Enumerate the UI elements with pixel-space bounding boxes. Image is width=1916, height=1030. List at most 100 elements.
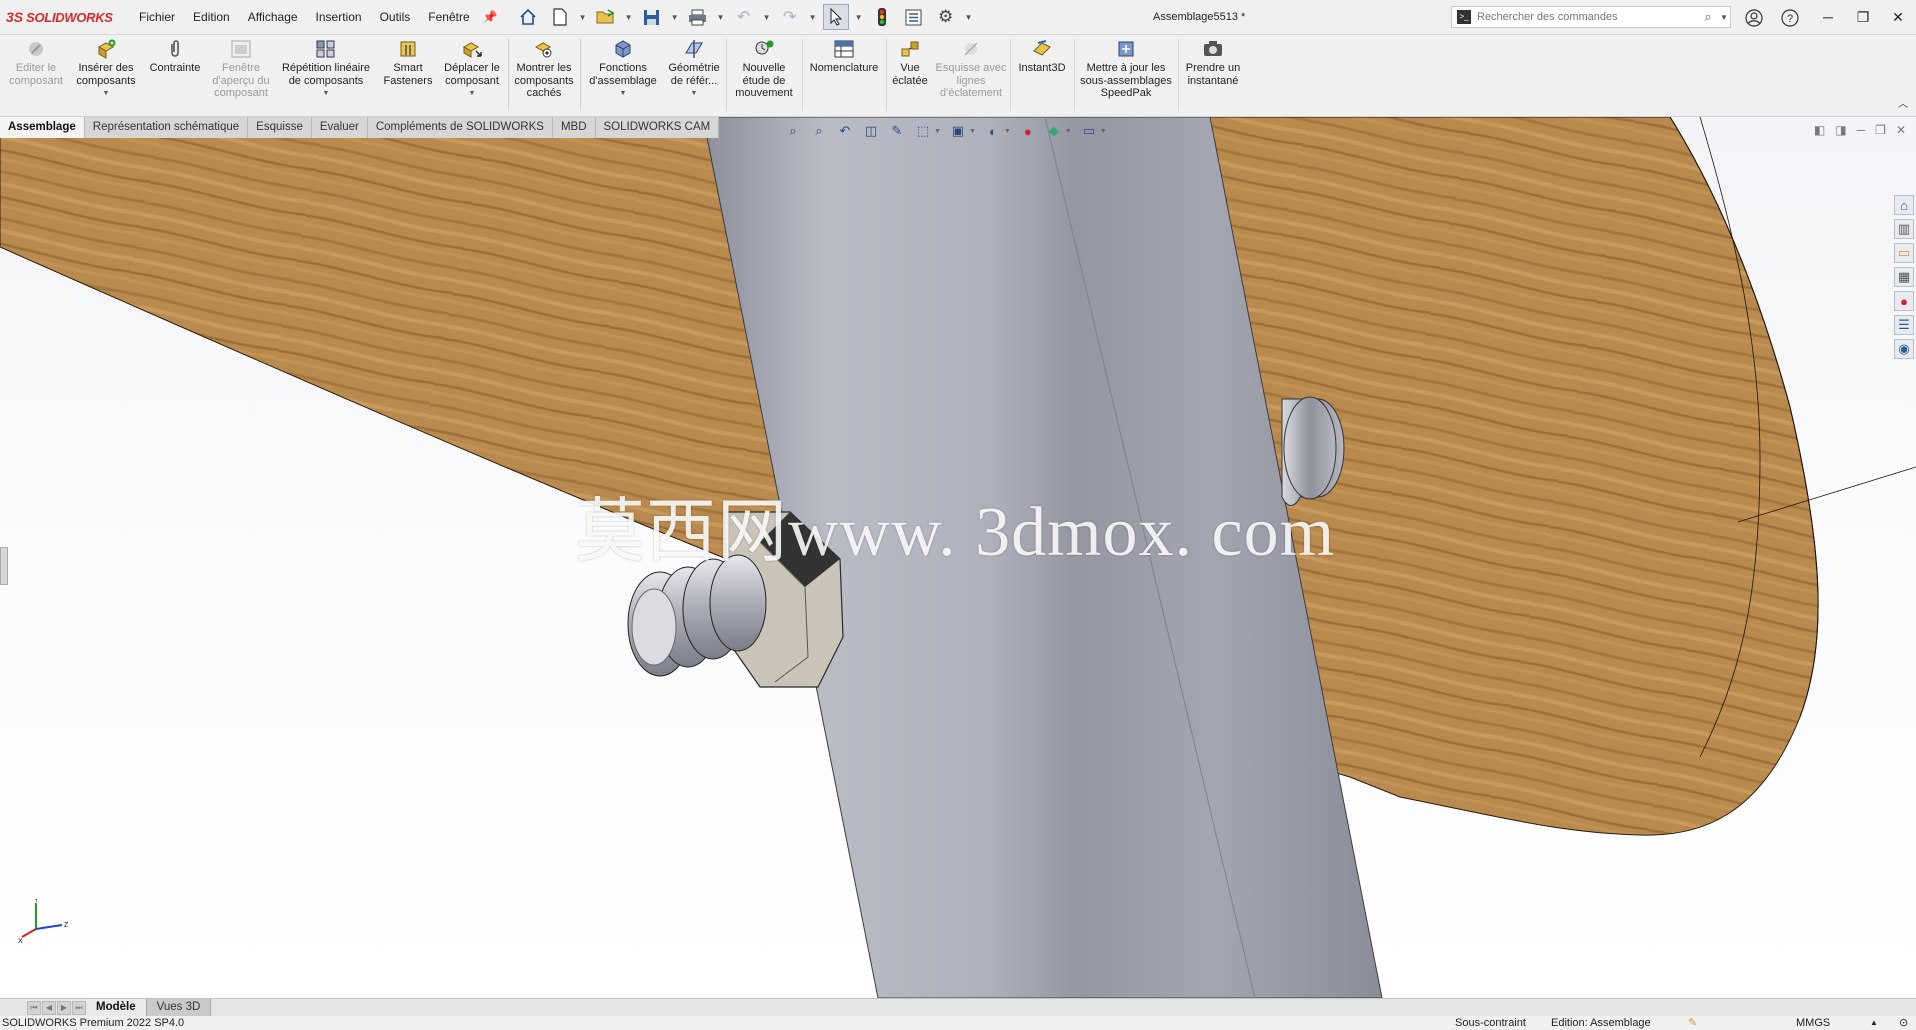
move-component-button[interactable]: Déplacer le composant ▼ [438,39,506,101]
edit-component-button[interactable]: Editer le composant [4,39,68,87]
menu-edition[interactable]: Edition [184,10,239,24]
chevron-down-icon[interactable]: ▼ [1004,128,1011,135]
design-library-icon[interactable]: ▥ [1894,219,1914,239]
solidworks-forum-icon[interactable]: ◉ [1894,339,1914,359]
previous-view-icon[interactable]: ↶ [836,122,854,140]
appearances-icon[interactable]: ● [1894,291,1914,311]
rebuild-icon[interactable]: ✎ [1688,1016,1697,1030]
smart-fasteners-button[interactable]: Smart Fasteners [380,39,436,87]
new-motion-study-button[interactable]: Nouvelle étude de mouvement [728,39,800,100]
chevron-down-icon[interactable]: ▼ [1718,13,1730,22]
restore-icon[interactable]: ❐ [1849,5,1877,29]
save-icon[interactable] [639,4,665,30]
close-icon[interactable]: ✕ [1896,123,1906,137]
chevron-down-icon[interactable]: ▼ [809,4,817,30]
chevron-down-icon[interactable]: ▼ [625,4,633,30]
split-horizontal-icon[interactable]: ◧ [1814,123,1825,137]
chevron-down-icon[interactable]: ▼ [469,88,476,101]
mate-button[interactable]: Contrainte [144,39,206,75]
zoom-to-fit-icon[interactable]: ⌕ [784,122,802,140]
apply-scene-icon[interactable]: ◆ [1045,122,1063,140]
solidworks-logo[interactable]: 3S SOLIDWORKS [0,9,130,25]
tab-mbd[interactable]: MBD [552,117,596,138]
section-view-icon[interactable]: ◫ [862,122,880,140]
display-style-icon[interactable]: ▣ [949,122,967,140]
graphics-area[interactable]: Assemblage Représentation schématique Es… [0,117,1916,998]
help-icon[interactable]: ? [1779,7,1801,29]
view-orientation-icon[interactable]: ⬚ [914,122,932,140]
zoom-to-area-icon[interactable]: ⌕ [810,122,828,140]
pin-icon[interactable]: 📌 [483,10,498,24]
file-properties-icon[interactable] [901,4,927,30]
tab-vues-3d[interactable]: Vues 3D [146,999,212,1016]
select-pointer-icon[interactable] [822,4,849,30]
undo-icon[interactable]: ↶ [731,4,757,30]
exploded-view-button[interactable]: Vue éclatée [888,39,932,87]
dynamic-annotation-icon[interactable]: ✎ [888,122,906,140]
command-search[interactable]: >_ ⌕ ▼ [1451,6,1731,28]
take-snapshot-button[interactable]: Prendre un instantané [1180,39,1246,87]
tab-assemblage[interactable]: Assemblage [0,117,85,138]
minimize-icon[interactable]: ─ [1857,123,1866,137]
show-hidden-components-button[interactable]: Montrer les composants cachés [510,39,578,100]
home-icon[interactable]: ⌂ [1894,195,1914,215]
chevron-down-icon[interactable]: ▼ [855,4,863,30]
restore-icon[interactable]: ❐ [1875,123,1886,137]
last-tab-icon[interactable]: ⏭ [72,1000,86,1015]
chevron-down-icon[interactable]: ▼ [671,4,679,30]
menu-outils[interactable]: Outils [371,10,420,24]
tab-complements[interactable]: Compléments de SOLIDWORKS [367,117,553,138]
bill-of-materials-button[interactable]: Nomenclature [804,39,884,75]
update-speedpak-button[interactable]: Mettre à jour les sous-assemblages Speed… [1076,39,1176,100]
open-folder-icon[interactable] [593,4,619,30]
instant3d-button[interactable]: Instant3D [1012,39,1072,75]
tab-evaluer[interactable]: Evaluer [311,117,368,138]
tab-esquisse[interactable]: Esquisse [248,117,312,138]
tab-representation-schematique[interactable]: Représentation schématique [84,117,249,138]
minimize-icon[interactable]: ─ [1814,5,1842,29]
chevron-down-icon[interactable]: ▼ [1100,128,1107,135]
collapse-ribbon-icon[interactable]: ︿ [1898,95,1908,110]
previous-tab-icon[interactable]: ◀ [42,1000,56,1015]
next-tab-icon[interactable]: ▶ [57,1000,71,1015]
chevron-down-icon[interactable]: ▼ [103,88,110,101]
chevron-down-icon[interactable]: ▼ [763,4,771,30]
file-explorer-icon[interactable]: ▭ [1894,243,1914,263]
chevron-down-icon[interactable]: ▼ [323,88,330,101]
split-vertical-icon[interactable]: ◨ [1835,123,1846,137]
home-icon[interactable] [515,4,541,30]
view-settings-icon[interactable]: ▭ [1080,122,1098,140]
chevron-down-icon[interactable]: ▼ [934,128,941,135]
explode-line-sketch-button[interactable]: Esquisse avec lignes d'éclatement [934,39,1008,100]
hide-show-items-icon[interactable]: ◐ [984,122,1002,140]
linear-pattern-button[interactable]: Répétition linéaire de composants ▼ [276,39,376,101]
insert-components-button[interactable]: Insérer des composants ▼ [70,39,142,101]
search-icon[interactable]: ⌕ [1698,9,1718,25]
tab-modele[interactable]: Modèle [86,999,147,1016]
chevron-down-icon[interactable]: ▼ [717,4,725,30]
chevron-down-icon[interactable]: ▼ [691,88,698,101]
rebuild-traffic-light-icon[interactable] [869,4,895,30]
close-icon[interactable]: ✕ [1884,5,1912,29]
menu-fichier[interactable]: Fichier [130,10,184,24]
chevron-down-icon[interactable]: ▼ [969,128,976,135]
chevron-down-icon[interactable]: ▼ [965,4,973,30]
tab-solidworks-cam[interactable]: SOLIDWORKS CAM [595,117,720,138]
new-document-icon[interactable] [547,4,573,30]
edit-appearance-icon[interactable]: ● [1019,122,1037,140]
redo-icon[interactable]: ↷ [777,4,803,30]
view-palette-icon[interactable]: ▦ [1894,267,1914,287]
component-preview-button[interactable]: Fenêtre d'aperçu du composant [210,39,272,100]
assembly-features-button[interactable]: Fonctions d'assemblage ▼ [582,39,664,101]
menu-fenetre[interactable]: Fenêtre [419,10,478,24]
tooltip-icon[interactable]: ⊙ [1899,1016,1908,1030]
feature-manager-handle[interactable] [0,547,8,585]
print-icon[interactable] [685,4,711,30]
menu-insertion[interactable]: Insertion [307,10,371,24]
unit-system[interactable]: MMGS [1796,1016,1830,1030]
custom-properties-icon[interactable]: ☰ [1894,315,1914,335]
chevron-down-icon[interactable]: ▼ [579,4,587,30]
chevron-up-icon[interactable]: ▲ [1870,1016,1878,1030]
reference-geometry-button[interactable]: Géométrie de référ... ▼ [664,39,724,101]
search-input[interactable] [1477,11,1698,23]
